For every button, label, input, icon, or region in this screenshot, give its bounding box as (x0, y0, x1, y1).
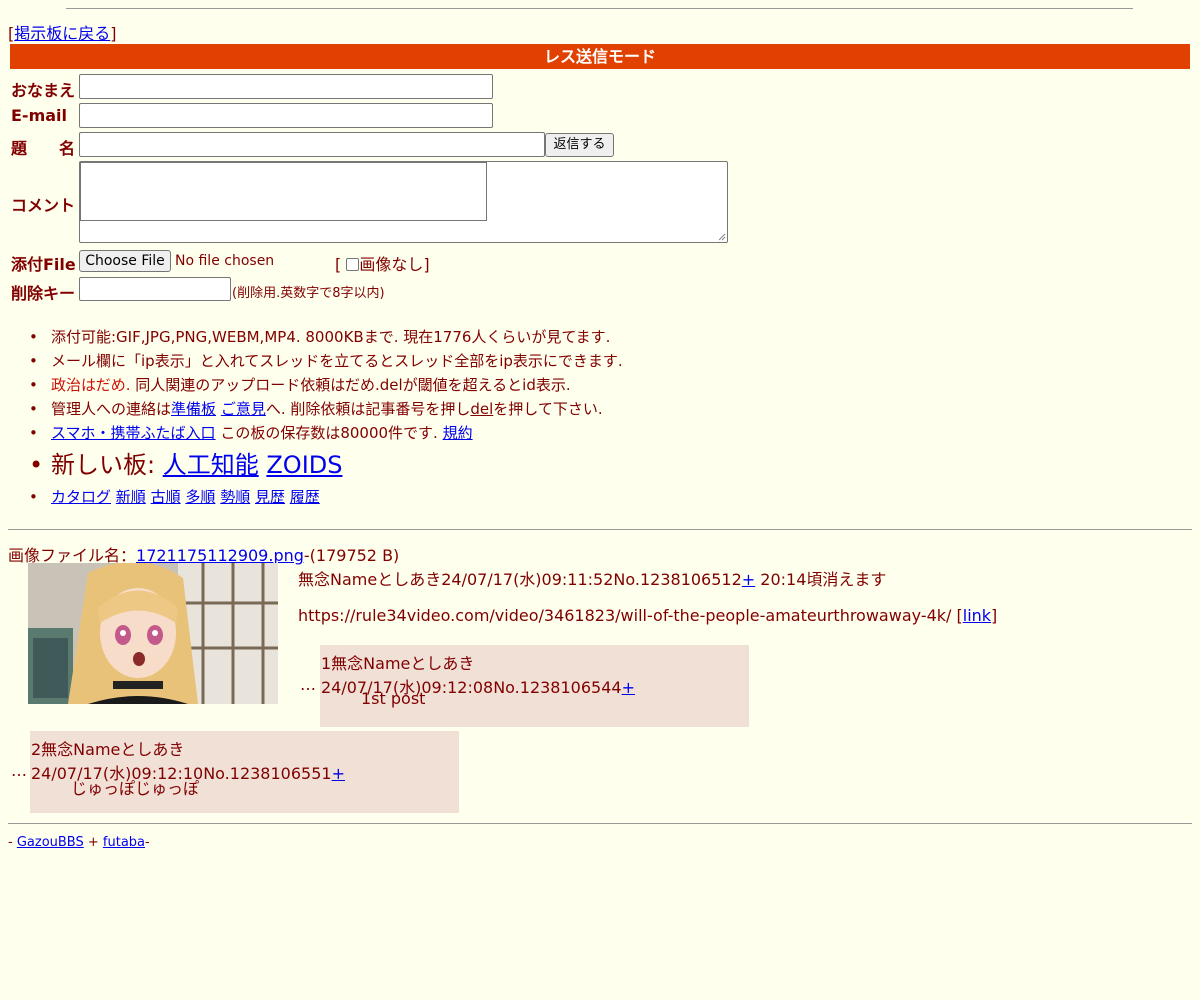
name-label: おなまえ (11, 81, 76, 100)
email-input[interactable] (79, 103, 493, 128)
no-image-option: [ 画像なし] (335, 251, 430, 275)
section-divider (8, 529, 1192, 530)
footer-text: - (8, 835, 17, 850)
op-link[interactable]: link (963, 606, 991, 625)
file-size: -(179752 B) (303, 546, 400, 565)
note-text: 新しい板: (51, 451, 163, 479)
choose-file-button[interactable]: Choose File (79, 250, 171, 272)
op-header-text: 無念Nameとしあき24/07/17(水)09:11:52No.12381065… (298, 570, 742, 589)
op-plus-link[interactable]: + (742, 570, 755, 589)
board-notes: 添付可能:GIF,JPG,PNG,WEBM,MP4. 8000KBまで. 現在1… (29, 325, 623, 509)
catalog-link[interactable]: カタログ (51, 488, 111, 506)
note-upload-limits: 添付可能:GIF,JPG,PNG,WEBM,MP4. 8000KBまで. 現在1… (29, 325, 623, 349)
reply-body: 1st post (361, 689, 426, 708)
zoids-board-link[interactable]: ZOIDS (266, 451, 342, 479)
reply-ellipsis: … (300, 675, 316, 694)
reply-1: 1無念Nameとしあき24/07/17(水)09:12:08No.1238106… (320, 645, 749, 727)
delete-key-note: (削除用.英数字で8字以内) (232, 286, 385, 301)
note-text: 管理人への連絡は (51, 400, 172, 418)
sort-many-link[interactable]: 多順 (185, 488, 215, 506)
subject-input[interactable] (79, 132, 545, 157)
sort-old-link[interactable]: 古順 (151, 488, 181, 506)
footer-text: - (145, 835, 150, 850)
futaba-link[interactable]: futaba (103, 835, 145, 850)
back-to-board-link[interactable]: 掲示板に戻る (14, 24, 110, 43)
reply-mode-banner: レス送信モード (10, 44, 1190, 69)
note-text: 添付可能:GIF,JPG,PNG,WEBM,MP4. 8000KBまで. 現在1… (51, 328, 611, 346)
bracket: ] (423, 255, 430, 274)
delete-key-input[interactable] (79, 277, 231, 301)
bracket: [ (951, 606, 963, 625)
name-input[interactable] (79, 74, 493, 99)
comment-textarea[interactable] (79, 161, 728, 243)
viewed-history-link[interactable]: 見歴 (255, 488, 285, 506)
email-label: E-mail (11, 106, 68, 125)
bracket: ] (110, 24, 117, 43)
ai-board-link[interactable]: 人工知能 (163, 451, 259, 479)
note-text: メール欄に「ip表示」と入れてスレッドを立てるとスレッド全部をip表示にできます… (51, 352, 623, 370)
reply-ellipsis: … (11, 761, 27, 780)
feedback-link[interactable]: ご意見 (221, 400, 266, 418)
bracket: [ (335, 255, 342, 274)
op-expire-text: 20:14頃消えます (755, 570, 887, 589)
reply-body: じゅっぽじゅっぽ (71, 779, 200, 798)
op-header: 無念Nameとしあき24/07/17(水)09:11:52No.12381065… (298, 566, 886, 590)
footer-divider (8, 823, 1192, 824)
note-text: へ. 削除依頼は記事番号を押し (265, 400, 471, 418)
op-body: https://rule34video.com/video/3461823/wi… (298, 606, 997, 625)
delete-key-label: 削除キー (11, 284, 76, 303)
mobile-entrance-link[interactable]: スマホ・携帯ふたば入口 (51, 424, 216, 442)
sort-new-link[interactable]: 新順 (116, 488, 146, 506)
del-text: del (470, 400, 494, 418)
bracket: ] (991, 606, 998, 625)
reply-plus-link[interactable]: + (622, 678, 635, 697)
post-history-link[interactable]: 履歴 (290, 488, 320, 506)
reply-2: 2無念Nameとしあき24/07/17(水)09:12:10No.1238106… (30, 731, 459, 813)
reply-plus-link[interactable]: + (332, 764, 345, 783)
note-warning: 政治はだめ. (51, 376, 131, 394)
note-ip-display: メール欄に「ip表示」と入れてスレッドを立てるとスレッド全部をip表示にできます… (29, 349, 623, 373)
sort-momentum-link[interactable]: 勢順 (220, 488, 250, 506)
note-sort-links: カタログ 新順 古順 多順 勢順 見歴 履歴 (29, 485, 623, 509)
gazoubbs-link[interactable]: GazouBBS (17, 835, 84, 850)
no-image-checkbox[interactable] (346, 258, 360, 271)
anime-girl-thumbnail-image (28, 563, 278, 704)
file-label: 添付File (11, 255, 76, 274)
note-text: 同人関連のアップロード依頼はだめ.delが閾値を超えるとid表示. (130, 376, 571, 394)
top-divider (66, 8, 1133, 9)
comment-label: コメント (11, 196, 76, 215)
note-text: を押して下さい. (493, 400, 603, 418)
no-file-text: No file chosen (175, 253, 275, 269)
footer-text: + (83, 835, 103, 850)
note-rules: 政治はだめ. 同人関連のアップロード依頼はだめ.delが閾値を超えるとid表示. (29, 373, 623, 397)
comment-inner-box (80, 162, 487, 221)
prep-board-link[interactable]: 準備板 (171, 400, 216, 418)
note-new-boards: 新しい板: 人工知能 ZOIDS (29, 447, 623, 483)
note-mobile: スマホ・携帯ふたば入口 この板の保存数は80000件です. 規約 (29, 421, 623, 445)
no-image-label: 画像なし (359, 255, 424, 274)
note-text: この板の保存数は80000件です. (215, 424, 443, 442)
resize-handle-icon[interactable] (718, 233, 726, 241)
note-contact: 管理人への連絡は準備板 ご意見へ. 削除依頼は記事番号を押しdelを押して下さい… (29, 397, 623, 421)
back-nav: [掲示板に戻る] (8, 20, 117, 44)
subject-label: 題 名 (11, 139, 76, 158)
rules-link[interactable]: 規約 (443, 424, 473, 442)
submit-reply-button[interactable]: 返信する (545, 133, 614, 157)
footer: - GazouBBS + futaba- (8, 835, 150, 850)
op-body-text: https://rule34video.com/video/3461823/wi… (298, 606, 952, 625)
op-thumbnail[interactable] (28, 563, 278, 704)
